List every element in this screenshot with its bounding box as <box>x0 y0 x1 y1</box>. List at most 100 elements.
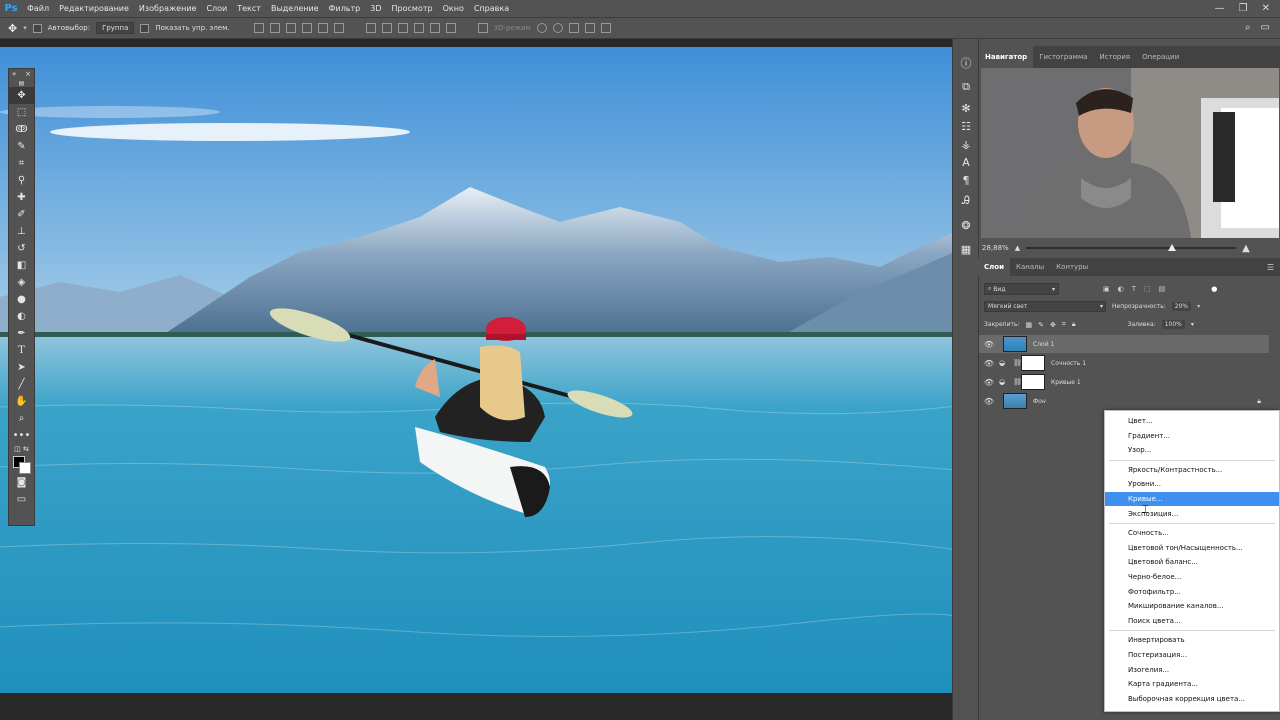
blur-tool-icon[interactable]: ● <box>9 291 34 308</box>
filter-pixel-icon[interactable]: ▣ <box>1103 285 1110 293</box>
layer-row[interactable]: 👁︎ ◒ ⛓︎ Сочность 1 <box>979 354 1269 372</box>
restore-button[interactable]: ❐ <box>1239 3 1248 14</box>
menu-3d[interactable]: 3D <box>365 0 386 17</box>
align-vcenter-icon[interactable] <box>269 23 280 33</box>
menu-help[interactable]: Справка <box>469 0 514 17</box>
layer-filter-select[interactable]: ⌕ Вид ▾ <box>984 283 1059 295</box>
paragraph-icon[interactable]: ¶ <box>953 171 979 189</box>
workspace-icon[interactable]: ▭ <box>1261 22 1270 33</box>
filter-type-icon[interactable]: T <box>1132 285 1136 293</box>
move-tool-icon[interactable]: ✥ <box>8 22 17 35</box>
visibility-eye-icon[interactable]: 👁︎ <box>979 378 999 387</box>
color-swatches[interactable] <box>9 454 34 474</box>
menu-layers[interactable]: Слои <box>201 0 232 17</box>
close-button[interactable]: ✕ <box>1262 3 1270 14</box>
chevron-down-icon[interactable]: ▾ <box>1191 321 1194 328</box>
eraser-tool-icon[interactable]: ◧ <box>9 257 34 274</box>
align-bottom-icon[interactable] <box>285 23 296 33</box>
filter-shape-icon[interactable]: ⬚ <box>1144 285 1151 293</box>
hand-tool-icon[interactable]: ✋ <box>9 393 34 410</box>
menu-item-color-balance[interactable]: Цветовой баланс... <box>1105 555 1279 569</box>
lock-artboard-icon[interactable]: ⌗ <box>1062 320 1066 329</box>
styles-icon[interactable]: ⚶ <box>953 135 979 153</box>
menu-item-posterize[interactable]: Постеризация... <box>1105 648 1279 662</box>
menu-item-selective-color[interactable]: Выборочная коррекция цвета... <box>1105 692 1279 706</box>
tab-paths[interactable]: Контуры <box>1050 258 1094 276</box>
path-select-tool-icon[interactable]: ➤ <box>9 359 34 376</box>
background-color-swatch[interactable] <box>19 462 31 474</box>
document-canvas[interactable] <box>0 47 966 693</box>
visibility-eye-icon[interactable]: 👁︎ <box>979 359 999 368</box>
layer-row[interactable]: 👁︎ Фон 🔒︎ <box>979 392 1269 410</box>
3d-slide-icon[interactable] <box>584 23 595 33</box>
zoom-slider[interactable] <box>1026 244 1237 251</box>
quick-select-tool-icon[interactable]: ✎ <box>9 138 34 155</box>
lock-transparency-icon[interactable]: ▦ <box>1026 321 1033 329</box>
minimize-button[interactable]: — <box>1215 3 1225 14</box>
filter-adjustment-icon[interactable]: ◐ <box>1118 285 1124 293</box>
screen-mode-icon[interactable]: ▭ <box>9 491 34 508</box>
layer-row[interactable]: 👁︎ ◒ ⛓︎ Кривые 1 <box>979 373 1269 391</box>
menu-select[interactable]: Выделение <box>266 0 324 17</box>
menu-item-solid-color[interactable]: Цвет... <box>1105 414 1279 428</box>
panel-grip-icon[interactable]: ▤ <box>9 79 34 87</box>
brush-tool-icon[interactable]: ✐ <box>9 206 34 223</box>
more-tools-icon[interactable]: ••• <box>9 427 34 444</box>
menu-view[interactable]: Просмотр <box>387 0 438 17</box>
tab-histogram[interactable]: Гистограмма <box>1033 46 1093 68</box>
menu-item-hue-saturation[interactable]: Цветовой тон/Насыщенность... <box>1105 541 1279 555</box>
clone-source-icon[interactable]: ⧉ <box>953 75 979 99</box>
quick-mask-icon[interactable]: ◙ <box>9 474 34 491</box>
layer-row[interactable]: 👁︎ Слой 1 <box>979 335 1269 353</box>
layer-name[interactable]: Сочность 1 <box>1051 360 1086 367</box>
fill-input[interactable]: 100% <box>1161 320 1185 329</box>
menu-filter[interactable]: Фильтр <box>324 0 366 17</box>
autoselect-checkbox[interactable] <box>32 23 42 33</box>
history-brush-tool-icon[interactable]: ↺ <box>9 240 34 257</box>
menu-item-gradient-map[interactable]: Карта градиента... <box>1105 677 1279 691</box>
menu-item-color-lookup[interactable]: Поиск цвета... <box>1105 614 1279 628</box>
search-icon[interactable]: ⌕ <box>1245 22 1251 33</box>
marquee-tool-icon[interactable]: ⬚ <box>9 104 34 121</box>
menu-item-curves[interactable]: Кривые... <box>1105 492 1279 506</box>
menu-image[interactable]: Изображение <box>134 0 202 17</box>
color-icon[interactable]: ❂ <box>953 213 979 237</box>
swatches-icon[interactable]: ▦ <box>953 237 979 261</box>
align-right-icon[interactable] <box>333 23 344 33</box>
visibility-eye-icon[interactable]: 👁︎ <box>979 340 999 349</box>
info-icon[interactable]: ⓘ <box>953 51 979 75</box>
tab-layers[interactable]: Слои <box>978 258 1010 276</box>
distribute-hcenter-icon[interactable] <box>429 23 440 33</box>
layer-name[interactable]: Фон <box>1033 398 1046 405</box>
menu-file[interactable]: Файл <box>22 0 54 17</box>
lock-all-icon[interactable]: 🔒︎ <box>1072 320 1076 329</box>
filter-smart-icon[interactable]: ▤ <box>1159 285 1166 293</box>
auto-align-icon[interactable] <box>477 23 488 33</box>
pen-tool-icon[interactable]: ✒ <box>9 325 34 342</box>
autoselect-select[interactable]: Группа <box>96 22 135 34</box>
brush-presets-icon[interactable]: ✻ <box>953 99 979 117</box>
type-tool-icon[interactable]: T <box>9 342 34 359</box>
3d-roll-icon[interactable] <box>552 23 563 33</box>
menu-edit[interactable]: Редактирование <box>54 0 134 17</box>
default-colors-icon[interactable]: ◫ ⇆ <box>9 444 34 454</box>
distribute-left-icon[interactable] <box>413 23 424 33</box>
menu-item-pattern[interactable]: Узор... <box>1105 443 1279 457</box>
tool-preset-dropdown-icon[interactable]: ▾ <box>23 24 27 32</box>
tab-navigator[interactable]: Навигатор <box>979 46 1034 68</box>
panel-collapse-icon[interactable]: » × <box>9 69 34 79</box>
filter-toggle-icon[interactable]: ● <box>1211 285 1217 293</box>
tab-actions[interactable]: Операции <box>1136 46 1185 68</box>
menu-item-threshold[interactable]: Изогелия... <box>1105 663 1279 677</box>
3d-rotate-icon[interactable] <box>536 23 547 33</box>
menu-item-invert[interactable]: Инвертировать <box>1105 633 1279 647</box>
lock-pixels-icon[interactable]: ✎ <box>1038 321 1044 329</box>
align-top-icon[interactable] <box>253 23 264 33</box>
zoom-tool-icon[interactable]: ⌕ <box>9 410 34 427</box>
blend-mode-select[interactable]: Мягкий свет ▾ <box>984 301 1106 312</box>
distribute-top-icon[interactable] <box>365 23 376 33</box>
lasso-tool-icon[interactable]: ↂ <box>9 121 34 138</box>
visibility-eye-icon[interactable]: 👁︎ <box>979 397 999 406</box>
menu-item-photo-filter[interactable]: Фотофильтр... <box>1105 585 1279 599</box>
menu-window[interactable]: Окно <box>438 0 469 17</box>
